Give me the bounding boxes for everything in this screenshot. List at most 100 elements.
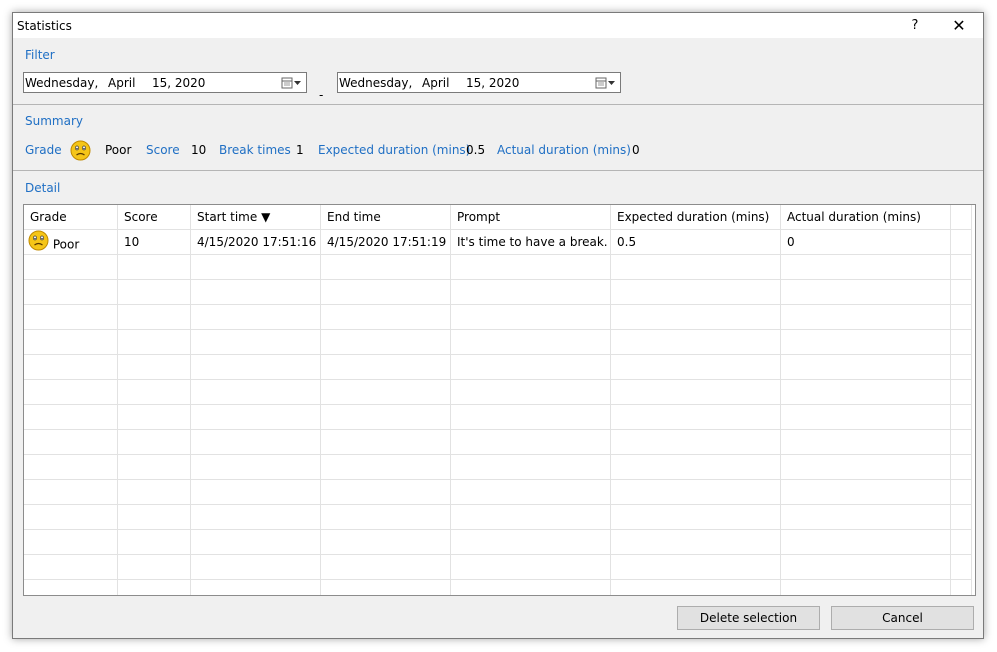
empty-cell xyxy=(781,380,951,405)
column-header-prompt[interactable]: Prompt xyxy=(451,205,611,230)
empty-cell xyxy=(611,330,781,355)
empty-cell xyxy=(951,380,972,405)
empty-cell xyxy=(451,405,611,430)
column-header-actual-duration[interactable]: Actual duration (mins) xyxy=(781,205,951,230)
column-header-score[interactable]: Score xyxy=(118,205,191,230)
empty-cell xyxy=(781,580,951,595)
date-to-calendar-button[interactable] xyxy=(594,75,618,90)
empty-row xyxy=(24,580,972,595)
empty-cell xyxy=(611,480,781,505)
divider xyxy=(13,104,983,105)
table-row[interactable]: Poor 10 4/15/2020 17:51:16 4/15/2020 17:… xyxy=(24,230,972,255)
empty-cell xyxy=(951,405,972,430)
empty-cell xyxy=(781,330,951,355)
empty-cell xyxy=(781,430,951,455)
detail-label: Detail xyxy=(25,181,61,195)
empty-cell xyxy=(451,305,611,330)
help-button[interactable]: ? xyxy=(893,13,937,38)
empty-row xyxy=(24,380,972,405)
column-header-start-time[interactable]: Start time ▼ xyxy=(191,205,321,230)
empty-cell xyxy=(191,480,321,505)
empty-cell xyxy=(118,355,191,380)
empty-cell xyxy=(118,480,191,505)
empty-cell xyxy=(191,255,321,280)
empty-cell xyxy=(24,330,118,355)
sad-face-icon xyxy=(70,140,91,164)
empty-cell xyxy=(451,255,611,280)
date-range-separator: - xyxy=(319,88,324,102)
empty-cell xyxy=(451,355,611,380)
empty-cell xyxy=(951,580,972,595)
empty-cell xyxy=(321,505,451,530)
close-button[interactable]: ✕ xyxy=(937,13,981,38)
empty-cell xyxy=(781,455,951,480)
date-from-month[interactable]: April xyxy=(108,76,135,90)
empty-cell xyxy=(451,455,611,480)
empty-cell xyxy=(451,580,611,595)
empty-cell xyxy=(24,455,118,480)
empty-cell xyxy=(781,305,951,330)
empty-cell xyxy=(321,530,451,555)
title-bar: Statistics ? ✕ xyxy=(13,13,983,38)
empty-cell xyxy=(24,405,118,430)
empty-cell xyxy=(118,555,191,580)
empty-cell xyxy=(451,280,611,305)
column-header-end-time[interactable]: End time xyxy=(321,205,451,230)
empty-cell xyxy=(191,280,321,305)
empty-cell xyxy=(24,255,118,280)
empty-cell xyxy=(321,455,451,480)
cell-expected-duration: 0.5 xyxy=(611,230,781,255)
empty-cell xyxy=(321,480,451,505)
cell-grade-text: Poor xyxy=(52,237,80,252)
empty-row xyxy=(24,330,972,355)
cancel-button[interactable]: Cancel xyxy=(831,606,974,630)
cell-filler xyxy=(951,230,972,255)
empty-cell xyxy=(611,305,781,330)
delete-selection-button[interactable]: Delete selection xyxy=(677,606,820,630)
column-header-grade[interactable]: Grade xyxy=(24,205,118,230)
empty-cell xyxy=(951,505,972,530)
empty-row xyxy=(24,455,972,480)
empty-row xyxy=(24,355,972,380)
empty-cell xyxy=(191,555,321,580)
grid-header: Grade Score Start time ▼ End time Prompt… xyxy=(24,205,972,230)
empty-cell xyxy=(951,355,972,380)
empty-cell xyxy=(951,330,972,355)
column-header-start-time-label: Start time xyxy=(197,210,258,224)
empty-cell xyxy=(951,305,972,330)
summary-grade-value: Poor xyxy=(105,143,132,157)
date-from-calendar-button[interactable] xyxy=(280,75,304,90)
empty-cell xyxy=(118,305,191,330)
empty-cell xyxy=(781,280,951,305)
empty-row xyxy=(24,530,972,555)
empty-cell xyxy=(951,455,972,480)
date-from-picker[interactable]: Wednesday, April 15, 2020 xyxy=(23,72,307,93)
date-to-day-year[interactable]: 15, 2020 xyxy=(466,76,519,90)
column-header-expected-duration[interactable]: Expected duration (mins) xyxy=(611,205,781,230)
empty-cell xyxy=(451,530,611,555)
empty-cell xyxy=(611,380,781,405)
date-from-day-year[interactable]: 15, 2020 xyxy=(152,76,205,90)
date-from-weekday[interactable]: Wednesday, xyxy=(25,76,98,90)
empty-cell xyxy=(611,280,781,305)
empty-cell xyxy=(611,505,781,530)
summary-expected-label: Expected duration (mins) xyxy=(318,143,471,157)
empty-row xyxy=(24,555,972,580)
empty-cell xyxy=(321,555,451,580)
empty-cell xyxy=(451,555,611,580)
empty-cell xyxy=(611,580,781,595)
detail-grid[interactable]: Grade Score Start time ▼ End time Prompt… xyxy=(23,204,976,596)
sort-descending-icon: ▼ xyxy=(261,210,271,224)
date-to-weekday[interactable]: Wednesday, xyxy=(339,76,412,90)
empty-cell xyxy=(24,355,118,380)
empty-cell xyxy=(781,405,951,430)
empty-cell xyxy=(451,430,611,455)
empty-cell xyxy=(118,330,191,355)
date-to-month[interactable]: April xyxy=(422,76,449,90)
empty-cell xyxy=(118,580,191,595)
summary-grade-label: Grade xyxy=(25,143,62,157)
date-to-picker[interactable]: Wednesday, April 15, 2020 xyxy=(337,72,621,93)
empty-cell xyxy=(321,255,451,280)
cell-grade: Poor xyxy=(24,230,118,255)
cell-prompt: It's time to have a break. xyxy=(451,230,611,255)
